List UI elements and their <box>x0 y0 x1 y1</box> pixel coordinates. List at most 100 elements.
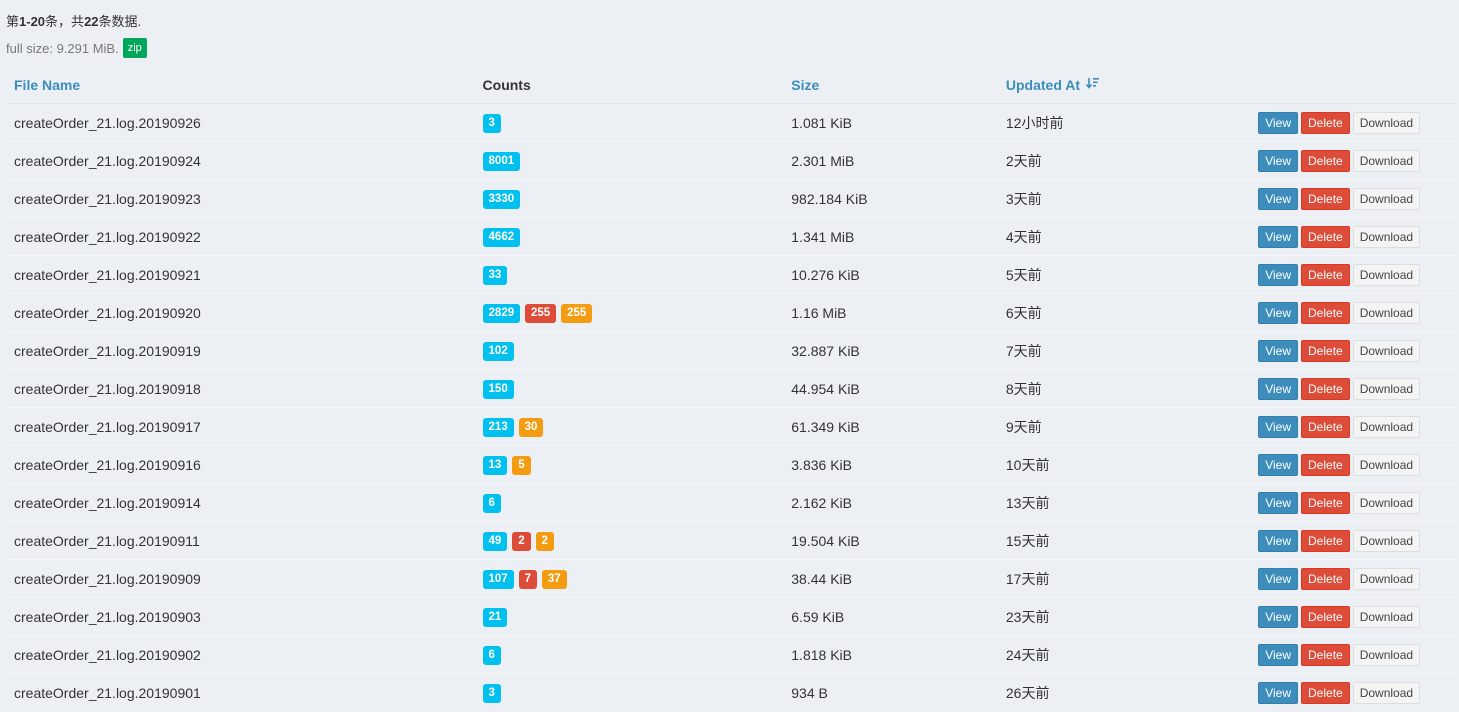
count-badge-info: 49 <box>482 531 508 551</box>
counts-cell: 3 <box>474 673 784 712</box>
summary-range: 1-20 <box>19 14 46 29</box>
download-button[interactable]: Download <box>1352 149 1421 172</box>
table-row: createOrder_21.log.20190926 3 1.081 KiB 12… <box>6 103 1456 142</box>
updated-at-cell: 7天前 <box>997 331 1251 370</box>
view-button[interactable]: View <box>1258 339 1299 362</box>
view-button[interactable]: View <box>1258 377 1299 400</box>
download-button[interactable]: Download <box>1352 339 1421 362</box>
row-actions: View Delete Download <box>1258 491 1448 514</box>
view-button[interactable]: View <box>1258 301 1299 324</box>
summary-middle: 条，共 <box>45 14 85 29</box>
row-actions: View Delete Download <box>1258 377 1448 400</box>
delete-button[interactable]: Delete <box>1301 681 1350 704</box>
delete-button[interactable]: Delete <box>1301 339 1350 362</box>
delete-button[interactable]: Delete <box>1301 149 1350 172</box>
view-button[interactable]: View <box>1258 491 1299 514</box>
view-button[interactable]: View <box>1258 681 1299 704</box>
col-updated-at[interactable]: Updated At <box>997 66 1251 104</box>
delete-button[interactable]: Delete <box>1301 453 1350 476</box>
actions-cell: View Delete Download <box>1250 141 1456 180</box>
row-actions: View Delete Download <box>1258 529 1448 552</box>
actions-cell: View Delete Download <box>1250 597 1456 636</box>
delete-button[interactable]: Delete <box>1301 491 1350 514</box>
delete-button[interactable]: Delete <box>1301 529 1350 552</box>
table-row: createOrder_21.log.20190922 4662 1.341 Mi… <box>6 217 1456 256</box>
download-button[interactable]: Download <box>1352 187 1421 210</box>
size-cell: 38.44 KiB <box>783 559 998 598</box>
row-actions: View Delete Download <box>1258 453 1448 476</box>
download-button[interactable]: Download <box>1352 225 1421 248</box>
download-button[interactable]: Download <box>1352 263 1421 286</box>
delete-button[interactable]: Delete <box>1301 301 1350 324</box>
table-row: createOrder_21.log.20190919 102 32.887 Ki… <box>6 331 1456 370</box>
actions-cell: View Delete Download <box>1250 179 1456 218</box>
size-cell: 1.081 KiB <box>783 103 998 142</box>
col-size-label[interactable]: Size <box>791 77 819 93</box>
delete-button[interactable]: Delete <box>1301 377 1350 400</box>
download-button[interactable]: Download <box>1352 111 1421 134</box>
summary-suffix: 条数据. <box>98 14 142 29</box>
view-button[interactable]: View <box>1258 415 1299 438</box>
view-button[interactable]: View <box>1258 225 1299 248</box>
actions-cell: View Delete Download <box>1250 369 1456 408</box>
table-row: createOrder_21.log.20190924 8001 2.301 Mi… <box>6 141 1456 180</box>
counts-cell: 150 <box>474 369 784 408</box>
delete-button[interactable]: Delete <box>1301 111 1350 134</box>
delete-button[interactable]: Delete <box>1301 567 1350 590</box>
updated-at-cell: 4天前 <box>997 217 1251 256</box>
actions-cell: View Delete Download <box>1250 293 1456 332</box>
delete-button[interactable]: Delete <box>1301 187 1350 210</box>
updated-at-cell: 8天前 <box>997 369 1251 408</box>
download-button[interactable]: Download <box>1352 605 1421 628</box>
download-button[interactable]: Download <box>1352 491 1421 514</box>
download-button[interactable]: Download <box>1352 529 1421 552</box>
view-button[interactable]: View <box>1258 643 1299 666</box>
actions-cell: View Delete Download <box>1250 217 1456 256</box>
view-button[interactable]: View <box>1258 149 1299 172</box>
table-row: createOrder_21.log.20190916 13 5 3.836 Ki… <box>6 445 1456 484</box>
row-actions: View Delete Download <box>1258 263 1448 286</box>
download-button[interactable]: Download <box>1352 415 1421 438</box>
download-button[interactable]: Download <box>1352 643 1421 666</box>
count-badge-danger: 2 <box>512 531 531 551</box>
delete-button[interactable]: Delete <box>1301 643 1350 666</box>
table-row: createOrder_21.log.20190921 33 10.276 KiB… <box>6 255 1456 294</box>
size-cell: 2.301 MiB <box>783 141 998 180</box>
col-file-name[interactable]: File Name <box>6 66 475 104</box>
download-button[interactable]: Download <box>1352 567 1421 590</box>
counts-cell: 213 30 <box>474 407 784 446</box>
view-button[interactable]: View <box>1258 187 1299 210</box>
file-name-cell: createOrder_21.log.20190911 <box>6 521 475 560</box>
zip-button[interactable]: zip <box>122 38 147 58</box>
col-file-name-label[interactable]: File Name <box>14 77 80 93</box>
col-updated-at-label[interactable]: Updated At <box>1006 77 1080 93</box>
counts-cell: 107 7 37 <box>474 559 784 598</box>
count-badge-warning: 5 <box>512 455 531 475</box>
sort-desc-icon[interactable] <box>1085 77 1100 93</box>
view-button[interactable]: View <box>1258 111 1299 134</box>
counts-cell: 21 <box>474 597 784 636</box>
updated-at-cell: 2天前 <box>997 141 1251 180</box>
delete-button[interactable]: Delete <box>1301 225 1350 248</box>
delete-button[interactable]: Delete <box>1301 605 1350 628</box>
size-cell: 10.276 KiB <box>783 255 998 294</box>
download-button[interactable]: Download <box>1352 301 1421 324</box>
download-button[interactable]: Download <box>1352 453 1421 476</box>
view-button[interactable]: View <box>1258 453 1299 476</box>
view-button[interactable]: View <box>1258 567 1299 590</box>
log-files-table: File Name Counts Size Updated At createO… <box>6 66 1456 712</box>
actions-cell: View Delete Download <box>1250 445 1456 484</box>
delete-button[interactable]: Delete <box>1301 415 1350 438</box>
count-badge-info: 3 <box>482 683 501 703</box>
size-cell: 1.341 MiB <box>783 217 998 256</box>
delete-button[interactable]: Delete <box>1301 263 1350 286</box>
view-button[interactable]: View <box>1258 263 1299 286</box>
download-button[interactable]: Download <box>1352 681 1421 704</box>
view-button[interactable]: View <box>1258 605 1299 628</box>
view-button[interactable]: View <box>1258 529 1299 552</box>
count-badge-info: 21 <box>482 607 508 627</box>
actions-cell: View Delete Download <box>1250 673 1456 712</box>
col-size[interactable]: Size <box>783 66 998 104</box>
counts-cell: 6 <box>474 635 784 674</box>
download-button[interactable]: Download <box>1352 377 1421 400</box>
